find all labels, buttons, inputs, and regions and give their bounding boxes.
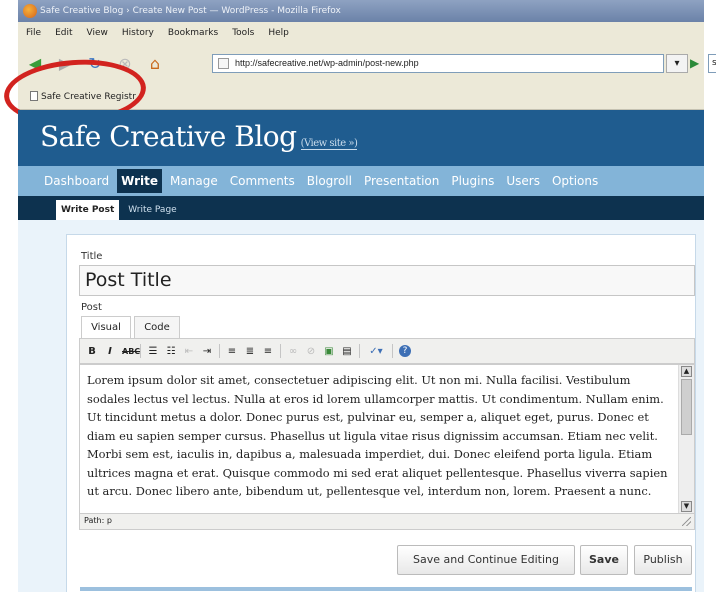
outdent-icon[interactable]: ⇤ (183, 346, 195, 357)
bold-icon[interactable]: B (86, 346, 98, 357)
menu-help[interactable]: Help (268, 28, 289, 38)
nav-dashboard[interactable]: Dashboard (44, 169, 109, 193)
menu-bookmarks[interactable]: Bookmarks (168, 28, 218, 38)
strikethrough-icon[interactable]: ABC (122, 347, 140, 356)
more-icon[interactable]: ▤ (341, 346, 353, 357)
editor-toolbar: B I ABC ☰ ☷ ⇤ ⇥ ≡ ≣ ≡ ∞ ⊘ ▣ ▤ ✓▾ ? (79, 338, 695, 364)
align-left-icon[interactable]: ≡ (226, 346, 238, 357)
reload-button[interactable]: ↻ (84, 52, 106, 74)
title-label: Title (81, 251, 103, 262)
back-button[interactable]: ◀ (24, 52, 46, 74)
save-and-continue-button[interactable]: Save and Continue Editing (397, 545, 575, 575)
forward-button[interactable]: ▶ (54, 52, 76, 74)
align-center-icon[interactable]: ≣ (244, 346, 256, 357)
nav-manage[interactable]: Manage (170, 169, 218, 193)
window-title: Safe Creative Blog › Create New Post — W… (40, 6, 341, 16)
navigation-toolbar: ◀ ▶ ↻ ⊗ ⌂ http://safecreative.net/wp-adm… (18, 44, 716, 82)
reload-icon: ↻ (88, 53, 102, 73)
menu-bar: File Edit View History Bookmarks Tools H… (18, 22, 704, 44)
menu-history[interactable]: History (122, 28, 154, 38)
view-site-link[interactable]: (View site ») (300, 138, 358, 150)
menu-view[interactable]: View (87, 28, 108, 38)
back-arrow-icon: ◀ (28, 53, 42, 73)
url-text: http://safecreative.net/wp-admin/post-ne… (235, 58, 419, 68)
resize-grip-icon[interactable] (682, 517, 691, 526)
subnav-write-page[interactable]: Write Page (123, 200, 181, 220)
post-title-input[interactable]: Post Title (79, 265, 695, 296)
spellcheck-icon[interactable]: ✓▾ (366, 346, 386, 357)
post-label: Post (81, 302, 102, 313)
nav-blogroll[interactable]: Blogroll (307, 169, 352, 193)
post-body-text: Lorem ipsum dolor sit amet, consectetuer… (87, 373, 668, 498)
stop-icon: ⊗ (118, 53, 132, 73)
url-dropdown-button[interactable]: ▾ (666, 54, 688, 73)
bookmark-safe-creative[interactable]: Safe Creative Registr (30, 91, 136, 102)
nav-options[interactable]: Options (552, 169, 598, 193)
editor-scrollbar[interactable]: ▲ ▼ (678, 365, 694, 513)
admin-submenu: Write Post Write Page (18, 196, 704, 220)
tab-visual[interactable]: Visual (81, 316, 131, 338)
chevron-down-icon: ▾ (674, 58, 680, 69)
toolbar-separator (280, 344, 281, 358)
bookmark-label: Safe Creative Registr (41, 92, 136, 102)
scroll-up-icon[interactable]: ▲ (681, 366, 692, 377)
scroll-down-icon[interactable]: ▼ (681, 501, 692, 512)
go-arrow-icon: ▶ (690, 56, 700, 70)
search-value: sta (712, 58, 716, 68)
home-button[interactable]: ⌂ (144, 52, 166, 74)
search-input[interactable]: sta (708, 54, 716, 73)
menu-file[interactable]: File (26, 28, 41, 38)
blog-header: Safe Creative Blog (View site ») (18, 110, 704, 166)
toolbar-separator (392, 344, 393, 358)
italic-icon[interactable]: I (104, 346, 116, 357)
scrollbar-thumb[interactable] (681, 379, 692, 435)
go-button[interactable]: ▶ (690, 54, 704, 73)
blog-title: Safe Creative Blog (View site ») (40, 120, 358, 153)
forward-arrow-icon: ▶ (58, 53, 72, 73)
element-path: Path: p (84, 516, 112, 525)
unlink-icon[interactable]: ⊘ (305, 346, 317, 357)
bookmarks-toolbar: Safe Creative Registr (18, 82, 704, 110)
admin-menu: Dashboard Write Manage Comments Blogroll… (18, 166, 704, 196)
menu-edit[interactable]: Edit (55, 28, 72, 38)
bullet-list-icon[interactable]: ☰ (147, 346, 159, 357)
page-icon (218, 58, 229, 69)
nav-plugins[interactable]: Plugins (451, 169, 494, 193)
stop-button[interactable]: ⊗ (114, 52, 136, 74)
blog-name: Safe Creative Blog (40, 120, 297, 153)
toolbar-separator (140, 344, 141, 358)
toolbar-separator (359, 344, 360, 358)
publish-button[interactable]: Publish (634, 545, 692, 575)
home-icon: ⌂ (149, 53, 161, 73)
nav-write[interactable]: Write (117, 169, 163, 193)
tab-code[interactable]: Code (134, 316, 180, 338)
firefox-icon (23, 4, 37, 18)
nav-comments[interactable]: Comments (230, 169, 295, 193)
bookmark-page-icon (30, 91, 38, 101)
editor-status-bar: Path: p (79, 514, 695, 530)
numbered-list-icon[interactable]: ☷ (165, 346, 177, 357)
nav-users[interactable]: Users (506, 169, 540, 193)
align-right-icon[interactable]: ≡ (262, 346, 274, 357)
url-bar[interactable]: http://safecreative.net/wp-admin/post-ne… (212, 54, 664, 73)
nav-presentation[interactable]: Presentation (364, 169, 439, 193)
window-title-bar: Safe Creative Blog › Create New Post — W… (18, 0, 704, 22)
menu-tools[interactable]: Tools (232, 28, 254, 38)
link-icon[interactable]: ∞ (287, 346, 299, 357)
save-button[interactable]: Save (580, 545, 628, 575)
indent-icon[interactable]: ⇥ (201, 346, 213, 357)
help-icon[interactable]: ? (399, 345, 411, 357)
section-divider (80, 587, 692, 591)
subnav-write-post[interactable]: Write Post (56, 200, 120, 220)
post-content-editor[interactable]: Lorem ipsum dolor sit amet, consectetuer… (79, 364, 695, 514)
toolbar-separator (219, 344, 220, 358)
image-icon[interactable]: ▣ (323, 346, 335, 357)
